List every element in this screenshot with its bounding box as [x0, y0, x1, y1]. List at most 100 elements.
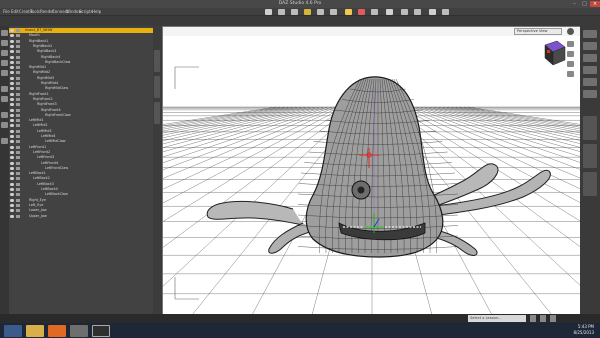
maximize-button[interactable]: □ — [580, 1, 589, 7]
selectable-icon[interactable] — [16, 44, 20, 48]
selectable-icon[interactable] — [16, 39, 20, 43]
redo-icon[interactable] — [1, 96, 8, 102]
file-explorer-icon[interactable] — [26, 325, 44, 337]
selectable-icon[interactable] — [16, 140, 20, 144]
scale-tool-icon[interactable] — [330, 9, 337, 15]
visibility-eye-icon[interactable] — [10, 140, 14, 144]
selectable-icon[interactable] — [16, 97, 20, 101]
visibility-eye-icon[interactable] — [10, 156, 14, 160]
visibility-eye-icon[interactable] — [10, 203, 14, 207]
selectable-icon[interactable] — [16, 29, 20, 32]
selectable-icon[interactable] — [16, 82, 20, 85]
scene-tree-row[interactable]: Upper_Jaw — [9, 214, 153, 219]
terminal-icon[interactable] — [92, 325, 110, 337]
visibility-eye-icon[interactable] — [10, 97, 14, 101]
copy-icon[interactable] — [1, 122, 8, 128]
viewport[interactable]: Perspective View — [162, 26, 581, 315]
selectable-icon[interactable] — [16, 92, 20, 96]
clock[interactable]: 5:43 PM 8/25/2013 — [573, 324, 594, 336]
open-icon[interactable] — [1, 40, 8, 46]
tab-icon-5[interactable] — [583, 78, 597, 86]
menu-edit[interactable]: Edit — [11, 8, 19, 16]
visibility-eye-icon[interactable] — [10, 119, 14, 123]
selectable-icon[interactable] — [16, 198, 20, 202]
tab-icon-2[interactable] — [583, 42, 597, 50]
viewport-options-icon[interactable] — [567, 28, 574, 35]
menu-help[interactable]: Help — [92, 8, 101, 16]
lesson-play-icon[interactable] — [550, 315, 556, 322]
save-icon[interactable] — [1, 50, 8, 56]
visibility-eye-icon[interactable] — [10, 129, 14, 133]
visibility-eye-icon[interactable] — [10, 135, 14, 138]
tab-smart-content[interactable] — [154, 50, 160, 72]
visibility-eye-icon[interactable] — [10, 193, 14, 197]
visibility-eye-icon[interactable] — [10, 55, 14, 59]
rotate-tool-icon[interactable] — [304, 9, 311, 15]
visibility-eye-icon[interactable] — [10, 66, 14, 70]
tab-icon-1[interactable] — [583, 30, 597, 38]
node-select-icon[interactable] — [278, 9, 285, 15]
selectable-icon[interactable] — [16, 34, 20, 38]
orbit-icon[interactable] — [567, 41, 574, 47]
import-icon[interactable] — [1, 60, 8, 66]
new-scene-icon[interactable] — [1, 30, 8, 36]
visibility-eye-icon[interactable] — [10, 145, 14, 149]
visibility-eye-icon[interactable] — [10, 34, 14, 38]
menu-file[interactable]: File — [3, 8, 10, 16]
daz-studio-icon[interactable] — [70, 325, 88, 337]
selectable-icon[interactable] — [16, 166, 20, 170]
tab-content-library[interactable] — [154, 76, 160, 98]
selectable-icon[interactable] — [16, 156, 20, 160]
pan-icon[interactable] — [567, 51, 574, 57]
selectable-icon[interactable] — [16, 214, 20, 218]
selectable-icon[interactable] — [16, 119, 20, 123]
visibility-eye-icon[interactable] — [10, 82, 14, 85]
surface-selection-icon[interactable] — [386, 9, 393, 15]
visibility-eye-icon[interactable] — [10, 214, 14, 218]
lesson-prev-icon[interactable] — [530, 315, 536, 322]
visibility-eye-icon[interactable] — [10, 188, 14, 191]
pointer-tool-icon[interactable] — [265, 9, 272, 15]
undo-icon[interactable] — [1, 86, 8, 92]
visibility-eye-icon[interactable] — [10, 113, 14, 117]
lesson-next-icon[interactable] — [540, 315, 546, 322]
visibility-eye-icon[interactable] — [10, 166, 14, 170]
render-settings-icon[interactable] — [429, 9, 436, 15]
universal-tool-icon[interactable] — [291, 9, 298, 15]
visibility-eye-icon[interactable] — [10, 50, 14, 54]
selectable-icon[interactable] — [16, 172, 20, 176]
selectable-icon[interactable] — [16, 188, 20, 191]
visibility-eye-icon[interactable] — [10, 71, 14, 75]
render-icon[interactable] — [442, 9, 449, 15]
visibility-eye-icon[interactable] — [10, 39, 14, 43]
selectable-icon[interactable] — [16, 209, 20, 213]
translate-tool-icon[interactable] — [317, 9, 324, 15]
visibility-eye-icon[interactable] — [10, 172, 14, 176]
tab-parameters[interactable] — [583, 116, 597, 140]
tab-scene[interactable] — [154, 102, 160, 124]
visibility-eye-icon[interactable] — [10, 29, 14, 32]
selectable-icon[interactable] — [16, 145, 20, 149]
close-button[interactable]: × — [590, 1, 600, 7]
visibility-eye-icon[interactable] — [10, 60, 14, 64]
tab-surfaces[interactable] — [583, 144, 597, 168]
tab-icon-4[interactable] — [583, 66, 597, 74]
visibility-eye-icon[interactable] — [10, 76, 14, 80]
visibility-eye-icon[interactable] — [10, 198, 14, 202]
lock-icon[interactable] — [1, 138, 8, 144]
camera-select-dropdown[interactable]: Perspective View — [514, 28, 562, 35]
cut-icon[interactable] — [1, 112, 8, 118]
export-icon[interactable] — [1, 70, 8, 76]
visibility-eye-icon[interactable] — [10, 150, 14, 154]
selectable-icon[interactable] — [16, 66, 20, 70]
selectable-icon[interactable] — [16, 55, 20, 59]
visibility-eye-icon[interactable] — [10, 44, 14, 48]
selectable-icon[interactable] — [16, 60, 20, 64]
zoom-icon[interactable] — [567, 61, 574, 67]
visibility-eye-icon[interactable] — [10, 87, 14, 91]
visibility-eye-icon[interactable] — [10, 108, 14, 112]
joint-editor-icon[interactable] — [358, 9, 365, 15]
geometry-editor-icon[interactable] — [345, 9, 352, 15]
visibility-eye-icon[interactable] — [10, 103, 14, 107]
selectable-icon[interactable] — [16, 135, 20, 138]
